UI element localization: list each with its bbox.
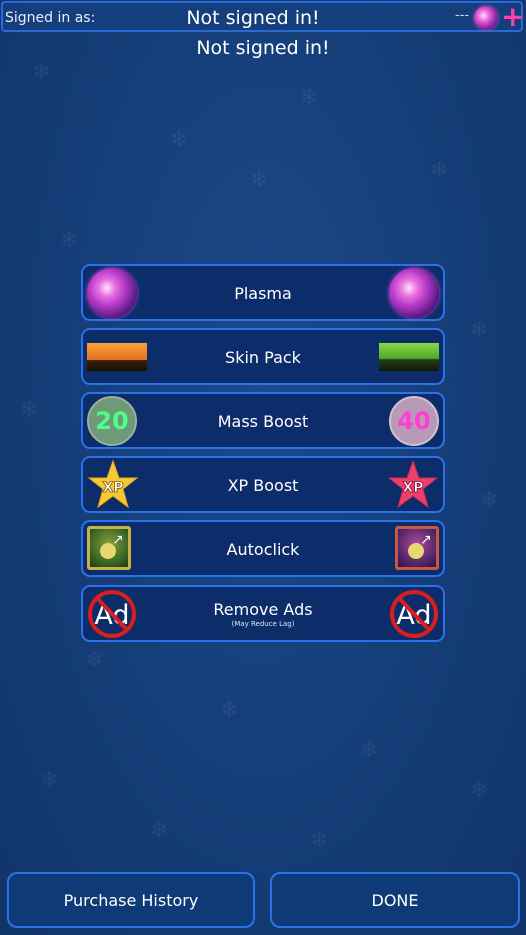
purchase-history-label: Purchase History	[63, 891, 199, 910]
xp-boost-button[interactable]: XP XP Boost XP	[81, 456, 445, 513]
mass-40-icon: 40	[389, 396, 439, 446]
remove-ads-button[interactable]: Ad Remove Ads (May Reduce Lag) Ad	[81, 585, 445, 642]
skin-pack-button[interactable]: Skin Pack	[81, 328, 445, 385]
done-button[interactable]: DONE	[270, 872, 520, 928]
signed-in-label: Signed in as:	[5, 10, 96, 26]
signed-in-value: Not signed in!	[186, 7, 320, 29]
account-bar: Signed in as: Not signed in! --- +	[1, 1, 524, 33]
autoclick-label: Autoclick	[226, 540, 300, 559]
no-ads-icon: Ad	[389, 589, 439, 639]
mass-boost-button[interactable]: 20 Mass Boost 40	[81, 392, 445, 449]
signed-in-status: Not signed in!	[196, 37, 330, 59]
plasma-orb-icon	[389, 268, 439, 318]
plasma-orb-icon	[474, 6, 498, 30]
done-label: DONE	[371, 891, 419, 910]
halloween-bat-icon	[379, 343, 439, 371]
purchase-history-button[interactable]: Purchase History	[7, 872, 255, 928]
add-currency-button[interactable]: +	[501, 1, 524, 33]
svg-text:XP: XP	[402, 480, 423, 496]
autoclick-red-icon: ↗	[395, 526, 439, 570]
plasma-button[interactable]: Plasma	[81, 264, 445, 321]
autoclick-button[interactable]: ↗ Autoclick ↗	[81, 520, 445, 577]
xp-star-red-icon: XP	[387, 459, 439, 511]
currency-count: ---	[455, 8, 470, 23]
